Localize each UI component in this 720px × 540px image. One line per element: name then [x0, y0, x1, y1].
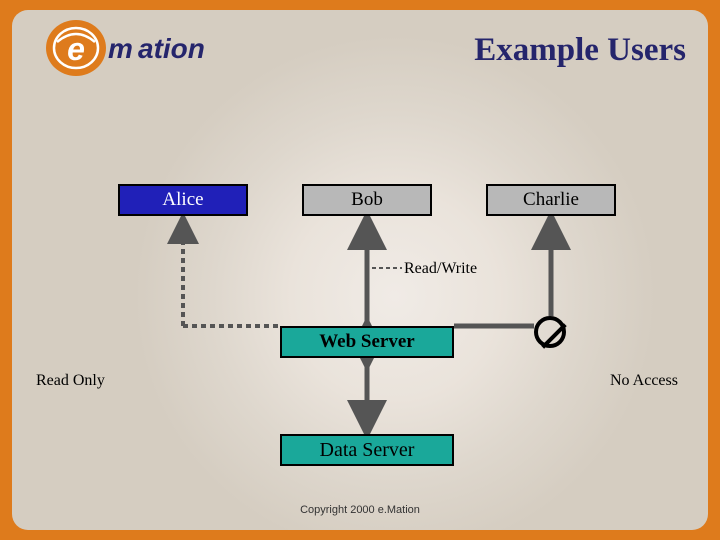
logo-text: ation — [138, 33, 205, 64]
label-noaccess: No Access — [610, 372, 678, 390]
emation-logo: e m ation — [42, 18, 232, 80]
user-bob: Bob — [302, 184, 432, 216]
slide-frame: e m ation Example Users — [0, 0, 720, 540]
copyright-text: Copyright 2000 e.Mation — [12, 504, 708, 516]
label-readwrite: Read/Write — [404, 260, 477, 278]
web-server: Web Server — [280, 326, 454, 358]
user-alice: Alice — [118, 184, 248, 216]
svg-text:e: e — [67, 31, 85, 67]
prohibited-icon — [534, 316, 566, 348]
slide-content: e m ation Example Users — [12, 10, 708, 530]
label-readonly: Read Only — [36, 372, 105, 390]
page-title: Example Users — [474, 32, 686, 69]
user-charlie: Charlie — [486, 184, 616, 216]
data-server: Data Server — [280, 434, 454, 466]
svg-text:m: m — [108, 33, 133, 64]
